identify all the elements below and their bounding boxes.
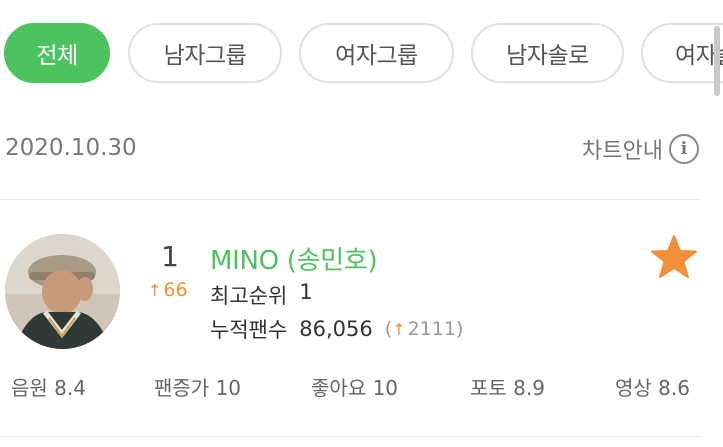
paren-close: ) [455,318,464,340]
filter-female-solo-tab[interactable]: 여자솔 [641,23,723,83]
metric-value: 8.6 [658,376,690,400]
artist-name[interactable]: MINO (송민호) [210,240,378,277]
fans-value: 86,056 [299,317,373,341]
metric-value: 8.4 [54,376,86,400]
filter-all-tab[interactable]: 전체 [4,23,110,83]
category-filter-bar: 전체 남자그룹 여자그룹 남자솔로 여자솔 [0,0,723,100]
metric-music: 음원 8.4 [11,372,86,401]
scrollbar[interactable] [714,26,720,96]
fans-change: ( ↑ 2111 ) [385,318,464,340]
chart-guide-link[interactable]: 차트안내 i [582,133,699,165]
score-metrics: 음원 8.4 팬증가 10 좋아요 10 포토 8.9 영상 8.6 [0,372,723,406]
up-arrow-icon: ↑ [392,319,406,339]
best-rank-label: 최고순위 [210,284,288,308]
divider [0,199,700,200]
rank-number: 1 [161,240,179,273]
best-rank-value: 1 [299,280,313,304]
best-rank-row: 최고순위 1 [210,280,313,310]
rank-change-value: 66 [163,279,188,301]
avatar-portrait [5,234,120,349]
metric-label: 음원 [11,376,48,400]
filter-label: 남자그룹 [163,43,247,69]
chart-guide-label: 차트안내 [582,139,663,164]
paren-open: ( [384,318,393,340]
metric-label: 영상 [615,376,652,400]
metric-label: 포토 [470,376,507,400]
chart-date: 2020.10.30 [5,135,137,161]
metric-video: 영상 8.6 [615,372,690,401]
star-icon[interactable] [650,234,698,280]
metric-value: 10 [215,376,242,400]
metric-label: 좋아요 [311,376,367,400]
filter-male-group-tab[interactable]: 남자그룹 [128,23,282,83]
filter-label: 여자그룹 [335,43,418,69]
fans-change-value: 2111 [407,318,456,340]
rank-change: ↑ 66 [148,279,188,301]
fans-label: 누적팬수 [210,318,288,342]
filter-male-solo-tab[interactable]: 남자솔로 [471,23,624,83]
info-circle-icon: i [669,134,699,164]
metric-likes: 좋아요 10 [311,372,398,401]
metric-label: 팬증가 [154,376,210,400]
filter-label: 남자솔로 [506,43,589,69]
fans-row: 누적팬수 86,056 ( ↑ 2111 ) [210,314,463,344]
filter-female-group-tab[interactable]: 여자그룹 [299,23,454,83]
artist-avatar[interactable] [5,234,120,349]
divider [0,436,700,437]
metric-value: 8.9 [513,376,545,400]
metric-fan-growth: 팬증가 10 [154,372,241,401]
filter-label: 전체 [36,43,78,69]
metric-photo: 포토 8.9 [470,372,545,401]
up-arrow-icon: ↑ [148,280,162,300]
metric-value: 10 [372,376,399,400]
